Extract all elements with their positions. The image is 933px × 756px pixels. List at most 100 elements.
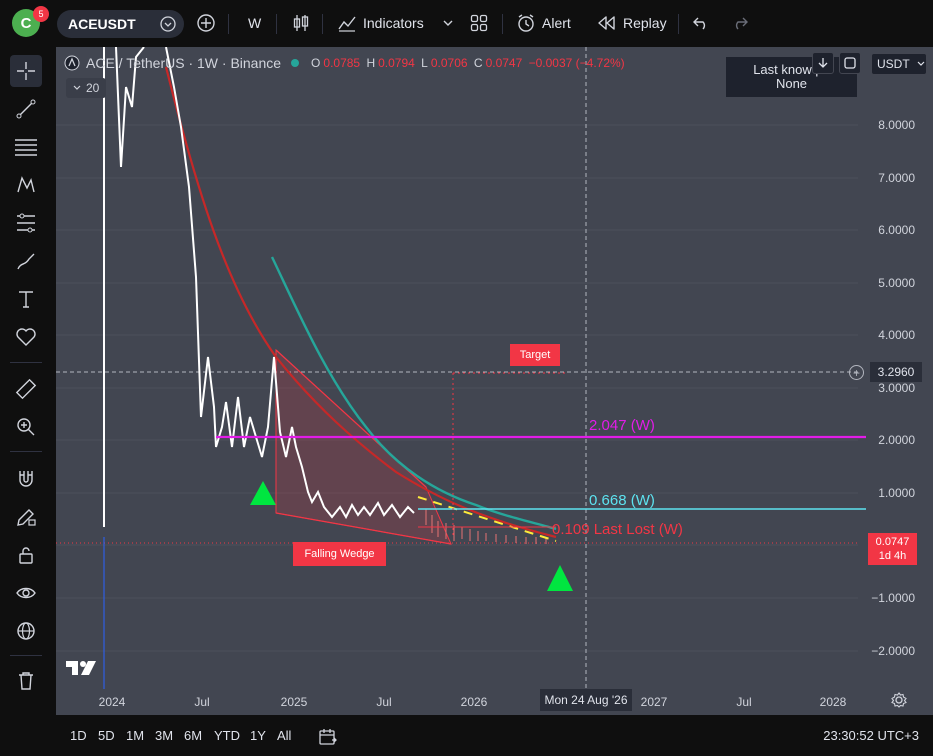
time-tick: 2028 xyxy=(819,695,847,709)
volume-value: 20 xyxy=(86,81,100,95)
text-tool[interactable] xyxy=(10,283,42,315)
toolbar-divider xyxy=(10,655,42,656)
alert-label: Alert xyxy=(542,15,571,31)
unlock-icon xyxy=(19,547,33,564)
gear-icon[interactable] xyxy=(891,692,907,708)
remove-drawings-tool[interactable] xyxy=(10,665,42,697)
compare-add-button[interactable] xyxy=(196,12,216,34)
level-last-lost-label[interactable]: 0.109 Last Lost (W) xyxy=(552,521,683,538)
time-tick: 2025 xyxy=(280,695,308,709)
range-1d[interactable]: 1D xyxy=(70,728,87,743)
market-open-dot xyxy=(291,59,300,67)
layouts-button[interactable] xyxy=(470,12,488,34)
price-tick: 4.0000 xyxy=(878,328,915,342)
replay-button[interactable]: Replay xyxy=(597,12,667,34)
legend-title: ACE / TetherUS · 1W · Binance xyxy=(86,55,282,71)
symbol-details-icon[interactable] xyxy=(160,16,176,32)
time-tick: 2026 xyxy=(460,695,488,709)
toolbar-divider xyxy=(10,451,42,452)
heart-icon xyxy=(16,328,36,346)
trash-icon xyxy=(19,672,33,690)
toolbar-divider xyxy=(502,14,503,34)
toolbar-divider xyxy=(678,14,679,34)
volume-legend[interactable]: 20 xyxy=(66,78,106,98)
crosshair-tool[interactable] xyxy=(10,55,42,87)
alert-button[interactable]: Alert xyxy=(516,12,571,34)
pencil-lock-icon xyxy=(17,509,36,526)
scroll-to-latest-button[interactable] xyxy=(812,52,834,74)
symbol-legend: ACE / TetherUS · 1W · Binance O 0.0785 H0… xyxy=(64,55,628,71)
range-6m[interactable]: 6M xyxy=(184,728,202,743)
interval-label: W xyxy=(248,15,262,31)
time-tick: Jul xyxy=(376,695,392,709)
trading-app: C 5 ACEUSDT W Indicators Alert Replay AC… xyxy=(0,0,933,756)
range-ytd[interactable]: YTD xyxy=(214,728,240,743)
price-tick: 5.0000 xyxy=(878,276,915,290)
tooltip-line1: Last know pa xyxy=(753,62,830,77)
range-5d[interactable]: 5D xyxy=(98,728,115,743)
falling-wedge-label[interactable]: Falling Wedge xyxy=(293,542,386,566)
time-tick: 2027 xyxy=(640,695,668,709)
utc-clock[interactable]: 23:30:52 UTC+3 xyxy=(823,728,919,743)
level-2047-label[interactable]: 2.047 (W) xyxy=(589,417,655,434)
lock-tool[interactable] xyxy=(10,539,42,571)
chevron-down-icon xyxy=(443,20,453,26)
level-0668-label[interactable]: 0.668 (W) xyxy=(589,492,655,509)
add-alert-plus-icon[interactable]: + xyxy=(849,365,864,380)
replay-label: Replay xyxy=(623,15,667,31)
range-1m[interactable]: 1M xyxy=(126,728,144,743)
pattern-tool[interactable] xyxy=(10,169,42,201)
price-tick: 6.0000 xyxy=(878,223,915,237)
drawing-toolbar xyxy=(0,47,52,756)
brush-tool[interactable] xyxy=(10,245,42,277)
indicators-label: Indicators xyxy=(363,15,424,31)
horizontal-lines-tool[interactable] xyxy=(10,131,42,163)
price-tick: −2.0000 xyxy=(871,644,915,658)
calendar-goto-icon[interactable] xyxy=(318,727,338,747)
grid-icon xyxy=(470,14,488,32)
chevron-down-icon xyxy=(73,85,81,90)
indicators-icon xyxy=(338,16,356,32)
bottom-toolbar: 1D 5D 1M 3M 6M YTD 1Y All 23:30:52 UTC+3 xyxy=(56,718,933,756)
time-tick: 2024 xyxy=(98,695,126,709)
time-tick: Jul xyxy=(194,695,210,709)
range-all[interactable]: All xyxy=(277,728,291,743)
globe-tool[interactable] xyxy=(10,615,42,647)
symbol-search[interactable]: ACEUSDT xyxy=(57,10,184,38)
ruler-icon xyxy=(15,378,37,400)
chart-canvas[interactable] xyxy=(56,47,933,715)
favorites-tool[interactable] xyxy=(10,321,42,353)
undo-icon xyxy=(693,17,706,30)
zoom-tool[interactable] xyxy=(10,411,42,443)
toolbar-divider xyxy=(322,14,323,34)
trend-line-tool[interactable] xyxy=(10,93,42,125)
time-tick: Jul xyxy=(736,695,752,709)
price-tick: 2.0000 xyxy=(878,433,915,447)
tradingview-logo[interactable] xyxy=(66,659,100,677)
current-price-value: 0.0747 xyxy=(875,536,910,548)
rewind-icon xyxy=(598,16,615,30)
hide-drawings-tool[interactable] xyxy=(10,577,42,609)
chart-type-button[interactable] xyxy=(292,12,310,34)
range-1y[interactable]: 1Y xyxy=(250,728,266,743)
fib-tool[interactable] xyxy=(10,207,42,239)
brush-icon xyxy=(17,253,35,270)
interval-button[interactable]: W xyxy=(248,12,261,34)
target-label[interactable]: Target xyxy=(510,344,560,366)
indicators-dropdown[interactable] xyxy=(442,12,454,34)
price-tick: 3.0000 xyxy=(878,381,915,395)
measure-tool[interactable] xyxy=(10,373,42,405)
redo-button[interactable] xyxy=(731,12,749,34)
sync-icon xyxy=(844,57,856,69)
candles-icon xyxy=(293,15,309,31)
range-3m[interactable]: 3M xyxy=(155,728,173,743)
buy-signal-arrow[interactable] xyxy=(547,565,573,591)
undo-button[interactable] xyxy=(692,12,710,34)
indicators-button[interactable]: Indicators xyxy=(337,12,424,34)
toolbar-divider xyxy=(10,362,42,363)
redo-icon xyxy=(735,17,748,30)
magnet-tool[interactable] xyxy=(10,463,42,495)
lock-drawings-edit-tool[interactable] xyxy=(10,501,42,533)
chart-pane[interactable]: ACE / TetherUS · 1W · Binance O 0.0785 H0… xyxy=(56,47,933,715)
fib-retracement-icon xyxy=(17,213,35,233)
